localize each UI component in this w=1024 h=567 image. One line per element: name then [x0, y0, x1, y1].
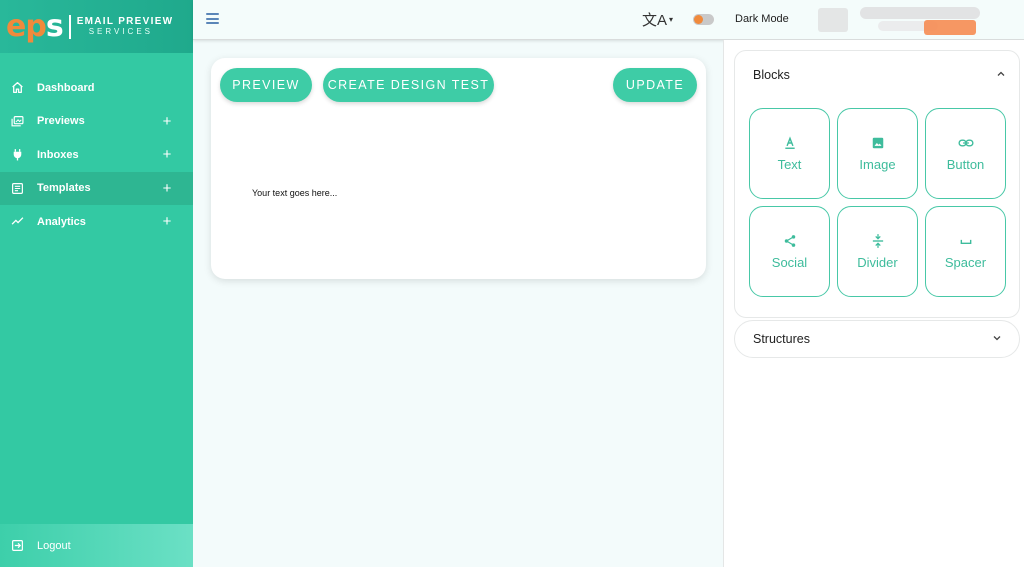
- blocks-title: Blocks: [753, 68, 790, 82]
- sidebar-item-templates[interactable]: Templates +: [0, 171, 193, 205]
- block-social[interactable]: Social: [749, 206, 830, 297]
- divider-icon: [871, 233, 885, 249]
- create-design-test-button[interactable]: CREATE DESIGN TEST: [323, 68, 494, 102]
- block-label: Text: [777, 157, 802, 172]
- language-selector[interactable]: 文A ▾: [642, 9, 673, 30]
- chevron-up-icon: [995, 68, 1007, 83]
- link-icon: [957, 135, 974, 151]
- block-label: Image: [859, 157, 896, 172]
- block-label: Spacer: [944, 255, 987, 270]
- menu-toggle-icon[interactable]: [206, 13, 219, 24]
- dark-mode-label: Dark Mode: [735, 13, 789, 25]
- sidebar-item-analytics[interactable]: Analytics +: [0, 205, 193, 239]
- blocks-accordion: Blocks Text Image Button Social Divider …: [734, 50, 1020, 318]
- sidebar-item-previews[interactable]: Previews +: [0, 105, 193, 139]
- block-label: Divider: [857, 255, 898, 270]
- image-icon: [871, 135, 885, 151]
- logo-line-2: SERVICES: [88, 26, 153, 36]
- sidebar-item-label: Previews: [37, 115, 85, 128]
- sidebar-item-dashboard[interactable]: Dashboard: [0, 71, 193, 105]
- plug-icon: [10, 148, 24, 162]
- block-image[interactable]: Image: [837, 108, 918, 199]
- user-info-redacted: [860, 7, 980, 19]
- sidebar-nav: Dashboard Previews + Inboxes + Templates…: [0, 71, 193, 239]
- brand-logo[interactable]: eps EMAIL PREVIEW SERVICES: [0, 0, 193, 53]
- logo-wordmark: EMAIL PREVIEW SERVICES: [77, 17, 174, 36]
- text-block-content[interactable]: Your text goes here...: [252, 188, 337, 198]
- user-profile-menu[interactable]: [818, 5, 993, 35]
- block-label: Social: [771, 255, 808, 270]
- logout-button[interactable]: Logout: [0, 524, 193, 567]
- preview-button[interactable]: PREVIEW: [220, 68, 312, 102]
- chevron-down-icon: [991, 332, 1003, 347]
- chevron-down-icon: ▾: [669, 15, 674, 24]
- sidebar-item-label: Inboxes: [37, 148, 79, 161]
- logo-mark: eps: [6, 8, 64, 44]
- block-button[interactable]: Button: [925, 108, 1006, 199]
- analytics-icon: [10, 215, 24, 229]
- top-bar: 文A ▾ Dark Mode: [193, 0, 1024, 40]
- logo-divider: [68, 14, 71, 39]
- block-label: Button: [946, 157, 985, 172]
- expand-plus-icon[interactable]: +: [160, 113, 174, 130]
- blocks-panel: Blocks Text Image Button Social Divider …: [723, 40, 1024, 567]
- previews-icon: [10, 114, 24, 128]
- sidebar-item-inboxes[interactable]: Inboxes +: [0, 138, 193, 172]
- home-icon: [10, 81, 24, 95]
- expand-plus-icon[interactable]: +: [160, 213, 174, 230]
- structures-accordion-header[interactable]: Structures: [734, 320, 1020, 358]
- logout-label: Logout: [37, 539, 71, 552]
- sidebar-item-label: Analytics: [37, 215, 86, 228]
- translate-icon: 文A: [642, 12, 668, 29]
- block-text[interactable]: Text: [749, 108, 830, 199]
- logout-icon: [10, 539, 24, 553]
- logo-line-1: EMAIL PREVIEW: [76, 16, 174, 28]
- sidebar-item-label: Dashboard: [37, 81, 95, 94]
- block-spacer[interactable]: Spacer: [925, 206, 1006, 297]
- structures-title: Structures: [753, 332, 810, 346]
- blocks-accordion-header[interactable]: Blocks: [735, 51, 1019, 99]
- block-divider[interactable]: Divider: [837, 206, 918, 297]
- user-badge-redacted: [924, 20, 976, 35]
- sidebar-item-label: Templates: [37, 182, 91, 195]
- templates-icon: [10, 181, 24, 195]
- expand-plus-icon[interactable]: +: [160, 146, 174, 163]
- dark-mode-toggle[interactable]: [693, 14, 714, 25]
- toggle-knob: [694, 15, 703, 24]
- share-icon: [783, 233, 797, 249]
- update-button[interactable]: UPDATE: [613, 68, 697, 102]
- expand-plus-icon[interactable]: +: [160, 180, 174, 197]
- spacer-icon: [959, 233, 973, 249]
- blocks-grid: Text Image Button Social Divider Spacer: [749, 108, 1006, 297]
- avatar: [818, 8, 848, 32]
- sidebar: eps EMAIL PREVIEW SERVICES Dashboard Pre…: [0, 0, 193, 567]
- text-icon: [783, 135, 797, 151]
- email-editor-canvas: PREVIEW CREATE DESIGN TEST UPDATE Your t…: [211, 58, 706, 279]
